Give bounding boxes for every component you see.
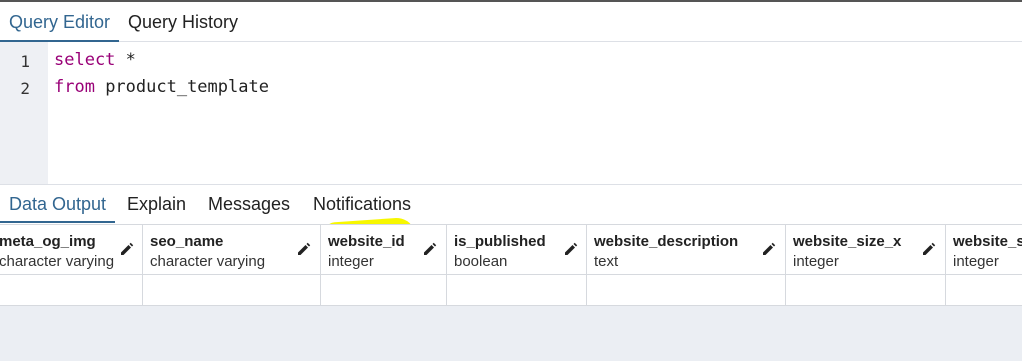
column-header[interactable]: is_published boolean: [447, 224, 586, 275]
tab-notifications[interactable]: Notifications: [304, 185, 420, 223]
pencil-icon[interactable]: [761, 241, 777, 257]
pencil-icon[interactable]: [296, 241, 312, 257]
column-name: website_size_x: [793, 233, 902, 250]
sql-keyword: from: [54, 77, 95, 97]
tab-explain[interactable]: Explain: [118, 185, 195, 223]
column-name: is_published: [454, 233, 546, 250]
column-type: integer: [328, 253, 374, 270]
data-grid: meta_og_img character varying seo_name c…: [0, 224, 1022, 306]
column-type: character varying: [150, 253, 266, 270]
query-tabs: Query Editor Query History: [0, 0, 1022, 42]
pencil-icon[interactable]: [422, 241, 438, 257]
sql-keyword: select: [54, 50, 116, 70]
column-header[interactable]: seo_name character varying: [143, 224, 320, 275]
pencil-icon[interactable]: [119, 241, 135, 257]
tab-query-history[interactable]: Query History: [119, 2, 247, 42]
column-header[interactable]: website_description text: [587, 224, 785, 275]
column-header[interactable]: website_size_y integer: [946, 224, 1022, 275]
column-name: seo_name: [150, 233, 224, 250]
column-name: website_size_y: [953, 233, 1022, 250]
line-gutter: 1 2: [0, 42, 48, 184]
column-type: integer: [953, 253, 999, 270]
table-row[interactable]: [0, 275, 1022, 306]
column-name: website_description: [594, 233, 739, 250]
column-header[interactable]: website_id integer: [321, 224, 446, 275]
sql-text: *: [115, 50, 136, 70]
column-type: integer: [793, 253, 839, 270]
column-type: boolean: [454, 253, 508, 270]
column-header[interactable]: website_size_x integer: [786, 224, 945, 275]
column-type: character varying: [0, 253, 115, 270]
column-name: meta_og_img: [0, 233, 96, 250]
code-line[interactable]: select *: [54, 50, 136, 70]
tab-data-output[interactable]: Data Output: [0, 185, 116, 223]
column-header[interactable]: meta_og_img character varying: [0, 224, 142, 275]
sql-text: product_template: [94, 77, 269, 97]
column-type: text: [594, 253, 619, 270]
tab-query-editor[interactable]: Query Editor: [0, 2, 120, 42]
pencil-icon[interactable]: [563, 241, 579, 257]
code-line[interactable]: from product_template: [54, 77, 269, 97]
sql-editor[interactable]: 1 2 select * from product_template: [0, 42, 1022, 184]
column-name: website_id: [328, 233, 405, 250]
output-tabs: Data Output Explain Messages Notificatio…: [0, 184, 1022, 224]
pencil-icon[interactable]: [921, 241, 937, 257]
line-number: 2: [20, 79, 30, 98]
line-number: 1: [20, 52, 30, 71]
tab-messages[interactable]: Messages: [199, 185, 299, 223]
